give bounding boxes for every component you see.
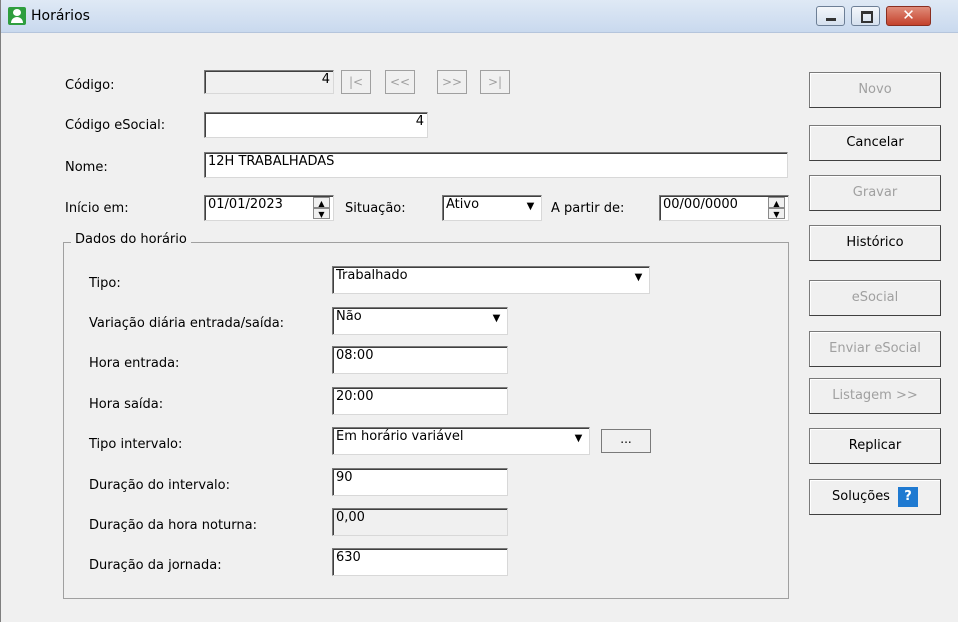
historico-button[interactable]: Histórico <box>809 225 941 261</box>
a-partir-spinner[interactable]: ▲ ▼ <box>768 197 785 219</box>
solucoes-button[interactable]: Soluções? <box>809 479 941 515</box>
nome-label: Nome: <box>65 160 108 175</box>
minimize-button[interactable] <box>816 6 845 26</box>
first-record-button[interactable]: |< <box>341 70 371 94</box>
duracao-noturna-field: 0,00 <box>332 508 508 536</box>
hora-saida-label: Hora saída: <box>89 397 164 412</box>
duracao-intervalo-input[interactable]: 90 <box>332 468 508 496</box>
codigo-label: Código: <box>65 78 115 93</box>
close-icon: ✕ <box>902 6 915 24</box>
tipo-select[interactable]: Trabalhado ▼ <box>332 266 650 294</box>
duracao-jornada-input[interactable]: 630 <box>332 548 508 576</box>
minimize-icon <box>826 18 836 21</box>
enviar-esocial-button[interactable]: Enviar eSocial <box>809 331 941 367</box>
situacao-label: Situação: <box>345 201 406 216</box>
tipo-intervalo-value: Em horário variável <box>336 429 464 444</box>
title-bar[interactable]: Horários ✕ <box>1 0 958 33</box>
prev-record-button[interactable]: << <box>385 70 415 94</box>
dados-horario-title: Dados do horário <box>71 232 191 247</box>
a-partir-label: A partir de: <box>551 201 625 216</box>
tipo-intervalo-select[interactable]: Em horário variável ▼ <box>332 427 590 455</box>
close-button[interactable]: ✕ <box>886 6 931 26</box>
duracao-noturna-label: Duração da hora noturna: <box>89 518 257 533</box>
tipo-intervalo-details-button[interactable]: ... <box>601 429 651 453</box>
solucoes-label: Soluções <box>832 489 890 504</box>
spin-down-icon[interactable]: ▼ <box>313 208 330 219</box>
tipo-intervalo-label: Tipo intervalo: <box>89 437 183 452</box>
dados-horario-group <box>63 242 789 599</box>
tipo-value: Trabalhado <box>336 268 408 283</box>
maximize-icon <box>861 11 873 23</box>
inicio-date-value: 01/01/2023 <box>208 197 283 212</box>
a-partir-date-value: 00/00/0000 <box>663 197 738 212</box>
duracao-intervalo-label: Duração do intervalo: <box>89 478 230 493</box>
chevron-down-icon[interactable]: ▼ <box>522 198 539 216</box>
help-icon: ? <box>897 486 918 507</box>
user-icon <box>8 7 26 25</box>
hora-entrada-label: Hora entrada: <box>89 356 180 371</box>
window-title: Horários <box>31 8 90 24</box>
codigo-esocial-label: Código eSocial: <box>65 118 166 133</box>
last-record-button[interactable]: >| <box>480 70 510 94</box>
spin-up-icon[interactable]: ▲ <box>768 197 785 208</box>
codigo-esocial-input[interactable]: 4 <box>204 112 428 138</box>
tipo-label: Tipo: <box>89 276 121 291</box>
situacao-value: Ativo <box>446 197 480 212</box>
novo-button[interactable]: Novo <box>809 72 941 108</box>
replicar-button[interactable]: Replicar <box>809 428 941 464</box>
variacao-label: Variação diária entrada/saída: <box>89 316 285 331</box>
variacao-value: Não <box>336 309 362 324</box>
situacao-select[interactable]: Ativo ▼ <box>442 195 542 221</box>
chevron-down-icon[interactable]: ▼ <box>630 269 647 287</box>
codigo-field: 4 <box>204 70 334 94</box>
listagem-button[interactable]: Listagem >> <box>809 378 941 414</box>
chevron-down-icon[interactable]: ▼ <box>570 430 587 448</box>
duracao-jornada-label: Duração da jornada: <box>89 558 222 573</box>
inicio-label: Início em: <box>65 201 129 216</box>
esocial-button[interactable]: eSocial <box>809 280 941 316</box>
nome-input[interactable]: 12H TRABALHADAS <box>204 152 788 178</box>
hora-saida-input[interactable]: 20:00 <box>332 387 508 415</box>
cancelar-button[interactable]: Cancelar <box>809 125 941 161</box>
horarios-window: Horários ✕ Código: 4 |< << >> >| Código … <box>0 0 958 622</box>
chevron-down-icon[interactable]: ▼ <box>488 310 505 328</box>
spin-down-icon[interactable]: ▼ <box>768 208 785 219</box>
variacao-select[interactable]: Não ▼ <box>332 307 508 335</box>
maximize-button[interactable] <box>851 6 880 26</box>
next-record-button[interactable]: >> <box>437 70 467 94</box>
gravar-button[interactable]: Gravar <box>809 175 941 211</box>
spin-up-icon[interactable]: ▲ <box>313 197 330 208</box>
hora-entrada-input[interactable]: 08:00 <box>332 346 508 374</box>
inicio-spinner[interactable]: ▲ ▼ <box>313 197 330 219</box>
